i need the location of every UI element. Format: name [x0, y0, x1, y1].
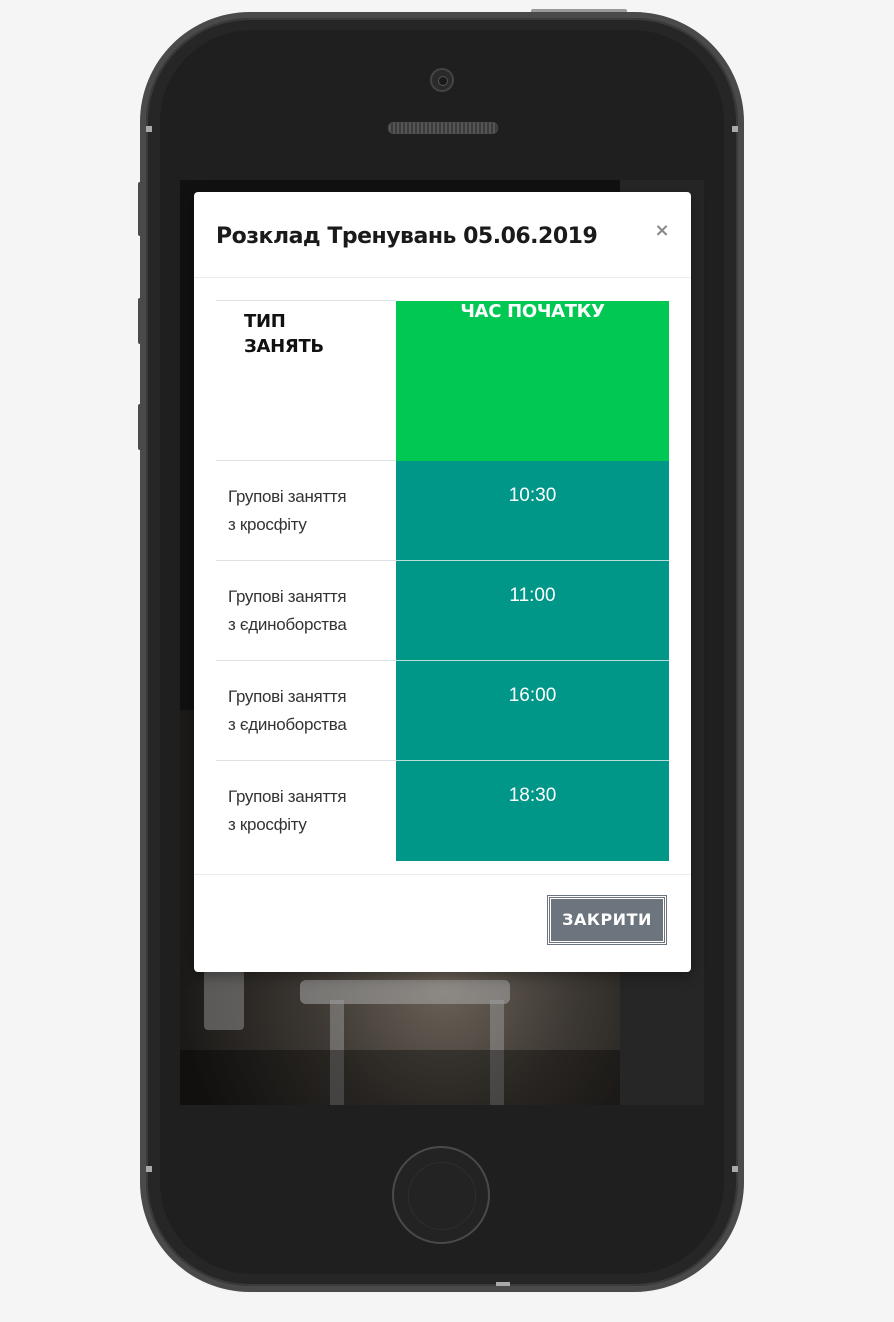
phone-volume-down: [138, 404, 146, 450]
table-row: Групові заняття з єдиноборства 11:00: [216, 560, 669, 661]
class-type-cell: Групові заняття з єдиноборства: [216, 660, 396, 761]
class-type-line1: Групові заняття: [228, 487, 347, 506]
phone-edge-line-left: [146, 126, 152, 132]
class-type-line2: з єдиноборства: [228, 715, 347, 734]
table-row: Групові заняття з кросфіту 18:30: [216, 760, 669, 861]
phone-edge-line-right: [732, 126, 738, 132]
column-header-type-line1: ТИП: [244, 311, 286, 332]
class-type-line2: з кросфіту: [228, 515, 307, 534]
column-header-time: ЧАС ПОЧАТКУ: [396, 300, 669, 461]
table-row: Групові заняття з єдиноборства 16:00: [216, 660, 669, 761]
phone-antenna-line-bottom: [496, 1282, 510, 1286]
start-time-cell: 18:30: [396, 760, 669, 861]
gym-equipment-shape: [204, 970, 244, 1030]
table-row: Групові заняття з кросфіту 10:30: [216, 460, 669, 561]
start-time-cell: 10:30: [396, 460, 669, 561]
close-icon[interactable]: ×: [650, 219, 674, 243]
modal-header-divider: [194, 277, 691, 278]
class-type-line1: Групові заняття: [228, 787, 347, 806]
phone-edge-line-bottom-left: [146, 1166, 152, 1172]
class-type-cell: Групові заняття з єдиноборства: [216, 560, 396, 661]
class-type-line1: Групові заняття: [228, 687, 347, 706]
class-type-line1: Групові заняття: [228, 587, 347, 606]
speaker-grille: [388, 122, 498, 134]
column-header-type: ТИП ЗАНЯТЬ: [216, 300, 396, 461]
home-button: [392, 1146, 490, 1244]
column-header-type-line2: ЗАНЯТЬ: [244, 336, 324, 357]
phone-edge-line-bottom-right: [732, 1166, 738, 1172]
class-type-cell: Групові заняття з кросфіту: [216, 760, 396, 861]
close-button[interactable]: ЗАКРИТИ: [547, 895, 667, 945]
class-type-line2: з кросфіту: [228, 815, 307, 834]
background-bottom-shade: [180, 1050, 620, 1105]
start-time-cell: 16:00: [396, 660, 669, 761]
class-type-line2: з єдиноборства: [228, 615, 347, 634]
schedule-modal: Розклад Тренувань 05.06.2019 × ТИП ЗАНЯТ…: [194, 192, 691, 972]
phone-volume-up: [138, 298, 146, 344]
front-camera-icon: [430, 68, 454, 92]
phone-mute-switch: [138, 182, 146, 236]
schedule-table: ТИП ЗАНЯТЬ ЧАС ПОЧАТКУ Групові заняття з…: [216, 300, 669, 861]
class-type-cell: Групові заняття з кросфіту: [216, 460, 396, 561]
modal-footer-divider: [194, 874, 691, 875]
table-header-row: ТИП ЗАНЯТЬ ЧАС ПОЧАТКУ: [216, 300, 669, 461]
modal-title: Розклад Тренувань 05.06.2019: [216, 224, 598, 249]
start-time-cell: 11:00: [396, 560, 669, 661]
